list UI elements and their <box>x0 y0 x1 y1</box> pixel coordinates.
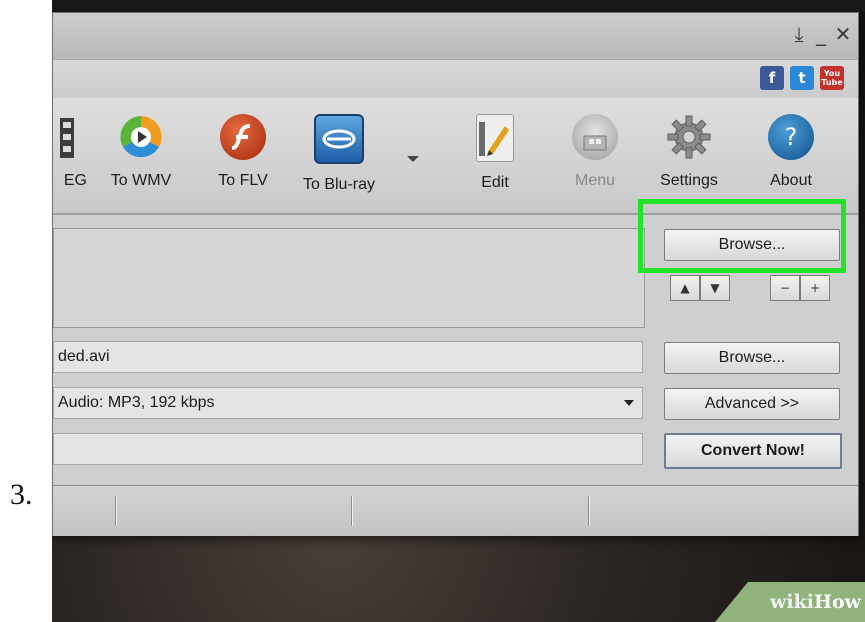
toolbar-label-to-bluray: To Blu-ray <box>302 176 376 193</box>
remove-file-button[interactable]: − <box>770 275 800 301</box>
help-icon: ? <box>768 114 814 160</box>
twitter-icon[interactable]: t <box>790 66 814 90</box>
title-bar: ⤓ _ ✕ <box>53 13 858 59</box>
toolbar-item-to-wmv[interactable]: To WMV <box>101 114 181 190</box>
advanced-button[interactable]: Advanced >> <box>664 388 840 420</box>
chevron-down-icon <box>624 400 634 406</box>
progress-field <box>53 433 643 465</box>
output-format-select[interactable]: Audio: MP3, 192 kbps <box>53 387 643 419</box>
toolbar-label-to-flv: To FLV <box>218 172 268 189</box>
bluray-icon <box>314 114 364 164</box>
status-bar <box>53 485 858 536</box>
status-divider <box>351 496 353 526</box>
toolbar-item-edit[interactable]: Edit <box>455 114 535 192</box>
more-formats-arrow-icon[interactable] <box>407 156 419 162</box>
download-icon[interactable]: ⤓ <box>790 23 808 45</box>
toolbar-item-to-bluray[interactable]: To Blu-ray <box>299 114 379 194</box>
toolbar-item-to-flv[interactable]: To FLV <box>203 114 283 190</box>
toolbar-label-about: About <box>770 172 812 189</box>
window-controls: ⤓ _ ✕ <box>790 23 852 45</box>
edit-icon <box>476 114 514 162</box>
toolbar-item-menu[interactable]: Menu <box>555 114 635 190</box>
close-button[interactable]: ✕ <box>834 23 852 45</box>
youtube-icon-top: You <box>823 69 841 78</box>
film-icon <box>52 114 76 160</box>
status-divider <box>115 496 117 526</box>
gear-icon <box>666 114 712 160</box>
move-up-button[interactable]: ▲ <box>670 275 700 301</box>
toolbar-label-menu: Menu <box>574 172 616 189</box>
flash-icon <box>220 114 266 160</box>
step-number: 3. <box>10 478 33 511</box>
screenshot-frame: ⤓ _ ✕ f t You Tube EG To WMV To FLV To B… <box>52 0 865 622</box>
wikihow-watermark-how: How <box>814 591 861 613</box>
wmv-icon <box>118 114 164 160</box>
output-file-field[interactable]: ded.avi <box>53 341 643 373</box>
browse-highlight-box <box>638 199 846 273</box>
toolbar-item-settings[interactable]: Settings <box>649 114 729 190</box>
toolbar-item-about[interactable]: ? About <box>751 114 831 190</box>
status-divider <box>588 496 590 526</box>
toolbar-label-to-wmv: To WMV <box>110 172 172 189</box>
toolbar-label-mpeg: EG <box>63 172 87 189</box>
minimize-button[interactable]: _ <box>812 23 830 45</box>
wikihow-watermark-wiki: wiki <box>770 591 815 613</box>
toolbar-label-edit: Edit <box>481 174 509 191</box>
youtube-icon[interactable]: You Tube <box>820 66 844 90</box>
social-bar: f t You Tube <box>53 59 858 98</box>
toolbar: EG To WMV To FLV To Blu-ray Edit Menu Se… <box>53 98 858 215</box>
convert-now-button[interactable]: Convert Now! <box>664 433 842 469</box>
input-file-list[interactable] <box>53 228 645 328</box>
app-window: ⤓ _ ✕ f t You Tube EG To WMV To FLV To B… <box>52 12 859 536</box>
facebook-icon[interactable]: f <box>760 66 784 90</box>
add-file-button[interactable]: + <box>800 275 830 301</box>
wikihow-watermark: wiki How <box>715 582 865 622</box>
output-browse-button[interactable]: Browse... <box>664 342 840 374</box>
menu-icon <box>572 114 618 160</box>
toolbar-label-settings: Settings <box>660 172 718 189</box>
toolbar-item-mpeg[interactable]: EG <box>52 114 93 190</box>
output-format-value: Audio: MP3, 192 kbps <box>58 394 215 411</box>
move-down-button[interactable]: ▼ <box>700 275 730 301</box>
youtube-icon-bottom: Tube <box>821 78 843 87</box>
